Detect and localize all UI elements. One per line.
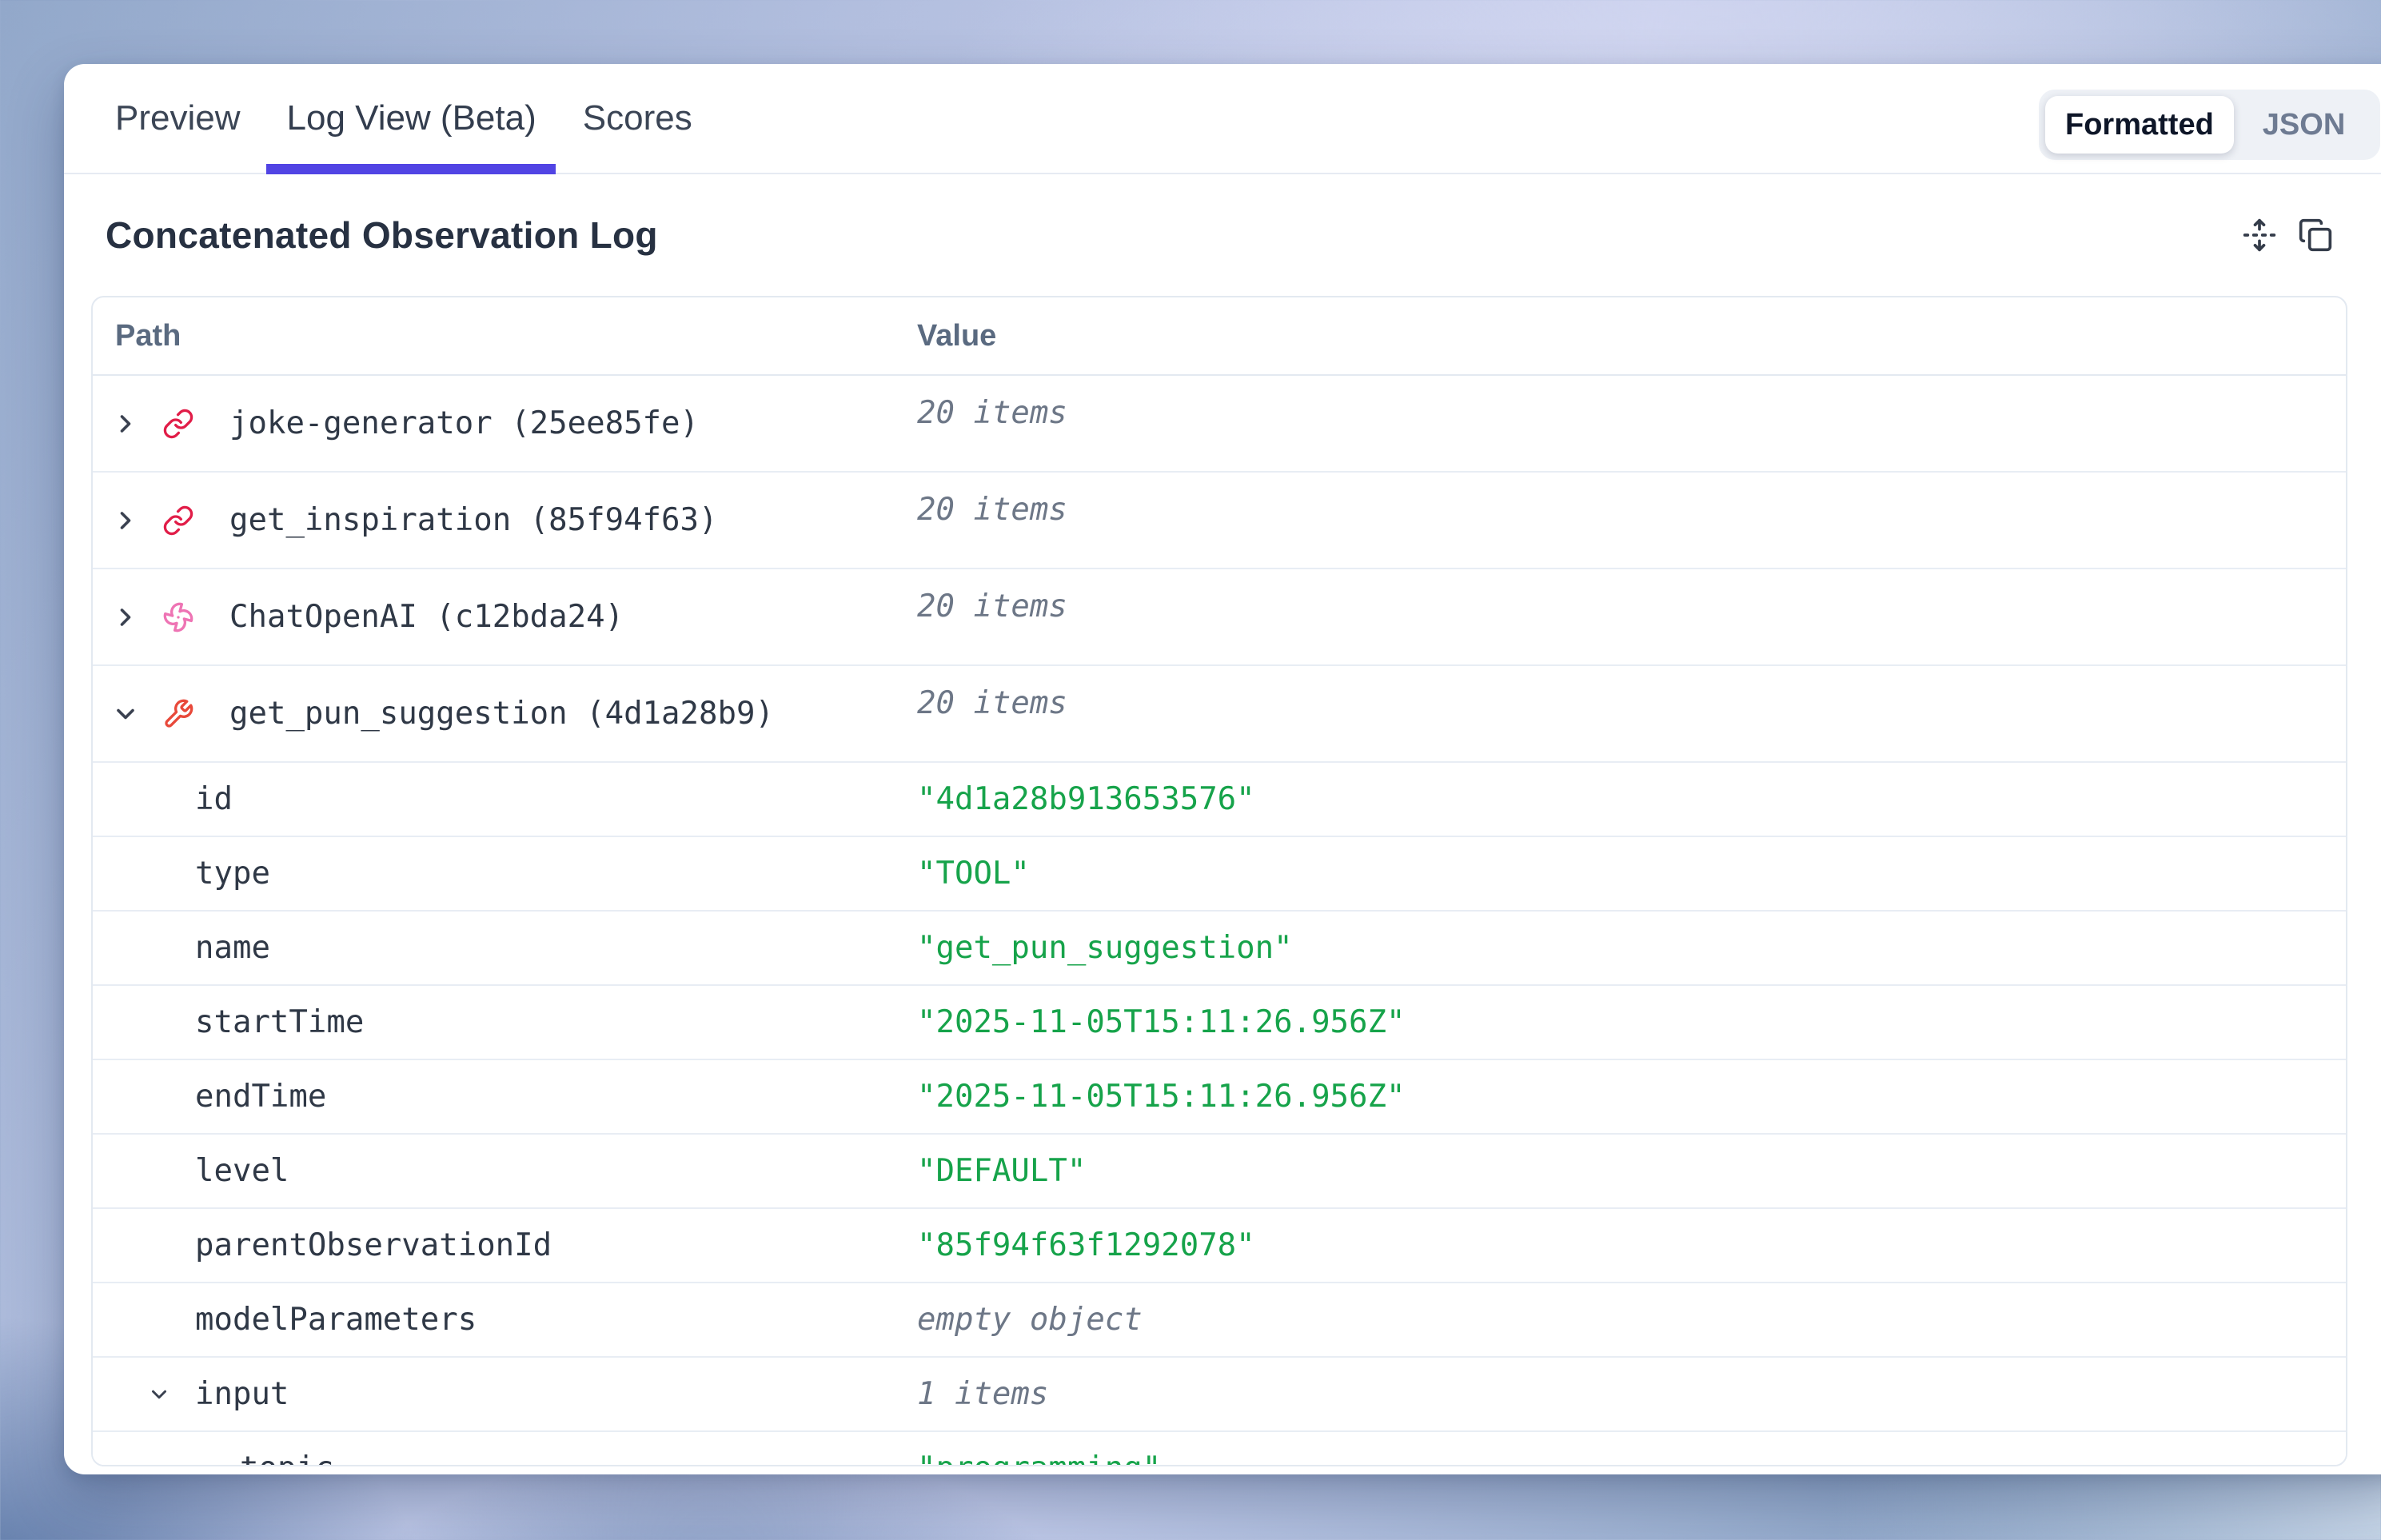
path-cell: parentObservationId (93, 1209, 917, 1282)
property-row[interactable]: input 1 items (93, 1358, 2346, 1432)
property-row[interactable]: id "4d1a28b913653576" (93, 763, 2346, 837)
chevron-right-icon[interactable] (111, 409, 140, 438)
chevron-right-icon[interactable] (111, 506, 140, 535)
property-key: type (195, 856, 270, 892)
value-cell: "2025-11-05T15:11:26.956Z" (917, 986, 2346, 1059)
observation-label: get_pun_suggestion (4d1a28b9) (229, 696, 774, 732)
property-key: startTime (195, 1004, 364, 1040)
property-row[interactable]: parentObservationId "85f94f63f1292078" (93, 1209, 2346, 1283)
value-cell: 20 items (917, 569, 2346, 664)
property-row[interactable]: name "get_pun_suggestion" (93, 912, 2346, 986)
value-cell: 20 items (917, 376, 2346, 471)
path-cell: startTime (93, 986, 917, 1059)
property-row[interactable]: type "TOOL" (93, 837, 2346, 912)
property-row[interactable]: endTime "2025-11-05T15:11:26.956Z" (93, 1060, 2346, 1135)
table-body: joke-generator (25ee85fe)20 itemsget_ins… (93, 376, 2346, 1466)
property-key: level (195, 1153, 289, 1189)
path-cell: input (93, 1358, 917, 1430)
column-header-path: Path (93, 319, 917, 353)
property-row[interactable]: startTime "2025-11-05T15:11:26.956Z" (93, 986, 2346, 1060)
tab-log-view-beta[interactable]: Log View (Beta) (287, 64, 536, 173)
string-value: "4d1a28b913653576" (917, 781, 1255, 817)
value-cell: 1 items (917, 1358, 2346, 1430)
observation-row[interactable]: get_pun_suggestion (4d1a28b9) 20 items (93, 666, 2346, 763)
chevron-down-icon[interactable] (147, 1382, 171, 1406)
path-cell: name (93, 912, 917, 984)
property-row[interactable]: level "DEFAULT" (93, 1135, 2346, 1209)
meta-value: 20 items (917, 685, 1067, 721)
meta-value: 20 items (917, 588, 1067, 624)
chevron-down-icon[interactable] (111, 700, 140, 728)
tab-scores[interactable]: Scores (583, 64, 692, 173)
property-key: modelParameters (195, 1302, 477, 1338)
property-key: name (195, 930, 270, 966)
path-cell: ChatOpenAI (c12bda24) (93, 569, 917, 664)
property-key: input (195, 1376, 289, 1412)
observation-log-table: Path Value joke-generator (25ee85fe) 20 i… (91, 296, 2347, 1466)
value-cell: empty object (917, 1283, 2346, 1356)
property-key: topic (240, 1450, 333, 1466)
section-title: Concatenated Observation Log (106, 213, 658, 257)
path-cell: modelParameters (93, 1283, 917, 1356)
chain-link-icon (162, 505, 194, 537)
toggle-option-formatted[interactable]: Formatted (2045, 96, 2234, 154)
string-value: "TOOL" (917, 856, 1030, 892)
meta-value: 20 items (917, 395, 1067, 431)
value-cell: 20 items (917, 473, 2346, 568)
observation-row[interactable]: joke-generator (25ee85fe) 20 items (93, 376, 2346, 473)
path-cell: id (93, 763, 917, 836)
section-toolbar (2242, 174, 2333, 296)
string-value: "85f94f63f1292078" (917, 1227, 1255, 1263)
string-value: "programming" (917, 1450, 1161, 1466)
tab-bar: Preview Log View (Beta) Scores Formatted… (64, 64, 2381, 174)
path-cell: joke-generator (25ee85fe) (93, 376, 917, 471)
log-view-card: Preview Log View (Beta) Scores Formatted… (64, 64, 2381, 1474)
toggle-option-json[interactable]: JSON (2234, 96, 2374, 154)
table-header-row: Path Value (93, 297, 2346, 376)
value-cell: "TOOL" (917, 837, 2346, 910)
property-row[interactable]: modelParameters empty object (93, 1283, 2346, 1358)
property-row[interactable]: topic "programming" (93, 1432, 2346, 1466)
property-key: parentObservationId (195, 1227, 552, 1263)
observation-label: get_inspiration (85f94f63) (229, 502, 717, 538)
observation-label: joke-generator (25ee85fe) (229, 405, 699, 441)
tab-preview[interactable]: Preview (115, 64, 241, 173)
format-json-toggle[interactable]: Formatted JSON (2039, 90, 2380, 160)
path-cell: level (93, 1135, 917, 1207)
meta-value: 20 items (917, 492, 1067, 528)
value-cell: "2025-11-05T15:11:26.956Z" (917, 1060, 2346, 1133)
section-header: Concatenated Observation Log (64, 174, 2381, 296)
column-header-value: Value (917, 319, 2346, 353)
property-key: id (195, 781, 233, 817)
path-cell: type (93, 837, 917, 910)
meta-value: empty object (917, 1302, 1143, 1338)
value-cell: "4d1a28b913653576" (917, 763, 2346, 836)
path-cell: topic (93, 1432, 917, 1466)
string-value: "DEFAULT" (917, 1153, 1086, 1189)
path-cell: endTime (93, 1060, 917, 1133)
observation-label: ChatOpenAI (c12bda24) (229, 599, 624, 635)
path-cell: get_inspiration (85f94f63) (93, 473, 917, 568)
string-value: "get_pun_suggestion" (917, 930, 1293, 966)
copy-icon[interactable] (2298, 217, 2333, 253)
observation-row[interactable]: ChatOpenAI (c12bda24) 20 items (93, 569, 2346, 666)
path-cell: get_pun_suggestion (4d1a28b9) (93, 666, 917, 761)
value-cell: "programming" (917, 1432, 2346, 1466)
property-key: endTime (195, 1079, 326, 1115)
chain-link-icon (162, 408, 194, 440)
meta-value: 1 items (917, 1376, 1048, 1412)
string-value: "2025-11-05T15:11:26.956Z" (917, 1079, 1405, 1115)
chevron-right-icon[interactable] (111, 603, 140, 632)
pinwheel-icon (162, 601, 194, 633)
wrench-icon (162, 698, 194, 730)
unfold-vertical-icon[interactable] (2242, 217, 2277, 253)
value-cell: "DEFAULT" (917, 1135, 2346, 1207)
value-cell: "get_pun_suggestion" (917, 912, 2346, 984)
string-value: "2025-11-05T15:11:26.956Z" (917, 1004, 1405, 1040)
value-cell: 20 items (917, 666, 2346, 761)
observation-row[interactable]: get_inspiration (85f94f63) 20 items (93, 473, 2346, 569)
value-cell: "85f94f63f1292078" (917, 1209, 2346, 1282)
